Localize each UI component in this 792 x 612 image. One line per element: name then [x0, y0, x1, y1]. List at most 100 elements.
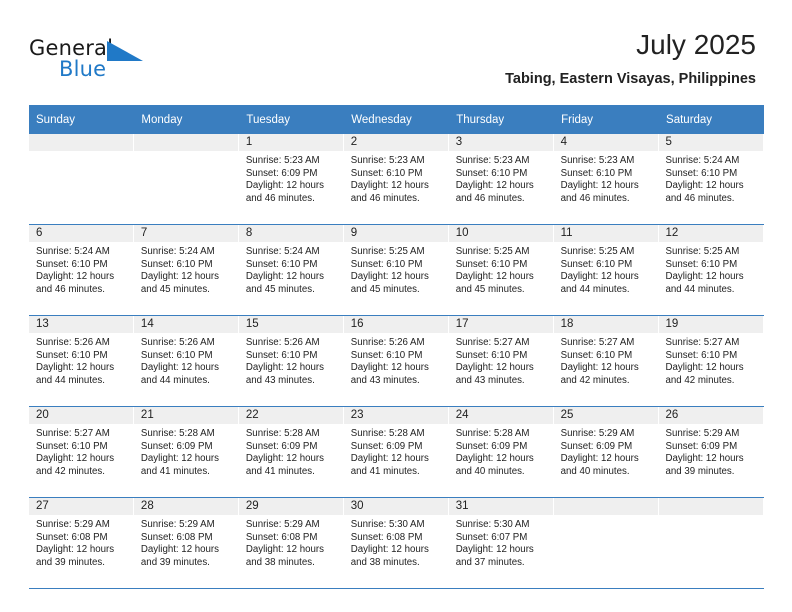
sunrise-text: Sunrise: 5:26 AM	[350, 337, 425, 348]
calendar-day-cell[interactable]: 15 Sunrise: 5:26 AM Sunset: 6:10 PM Dayligh…	[238, 315, 344, 407]
calendar-day-cell[interactable]: 22 Sunrise: 5:28 AM Sunset: 6:09 PM Dayligh…	[238, 406, 344, 498]
sunrise-text: Sunrise: 5:29 AM	[36, 519, 110, 530]
calendar-day-cell[interactable]: 30 Sunrise: 5:30 AM Sunset: 6:08 PM Dayligh…	[343, 497, 449, 589]
sunset-text: Sunset: 6:10 PM	[665, 258, 738, 270]
calendar-day-cell[interactable]: 5 Sunrise: 5:24 AM Sunset: 6:10 PM Daylight…	[658, 134, 764, 225]
sunrise-text: Sunrise: 5:23 AM	[560, 155, 635, 166]
sunset-text: Sunset: 6:08 PM	[350, 531, 423, 543]
sunset-text: Sunset: 6:10 PM	[245, 349, 318, 361]
sunrise-text: Sunrise: 5:26 AM	[36, 337, 110, 348]
daylight-text: Daylight: 12 hours and 46 minutes.	[455, 180, 534, 204]
calendar-day-cell[interactable]: 28 Sunrise: 5:29 AM Sunset: 6:08 PM Dayligh…	[133, 497, 239, 589]
calendar-day-cell[interactable]: 13 Sunrise: 5:26 AM Sunset: 6:10 PM Dayligh…	[29, 315, 134, 407]
calendar-day-cell[interactable]: 11 Sunrise: 5:25 AM Sunset: 6:10 PM Dayligh…	[553, 224, 659, 316]
sunrise-text: Sunrise: 5:24 AM	[665, 155, 740, 166]
calendar-day-cell[interactable]: 27 Sunrise: 5:29 AM Sunset: 6:08 PM Dayligh…	[29, 497, 134, 589]
day-number: 9	[343, 225, 449, 242]
sunrise-text: Sunrise: 5:29 AM	[665, 428, 740, 439]
calendar-day-cell[interactable]: 7 Sunrise: 5:24 AM Sunset: 6:10 PM Daylight…	[133, 224, 239, 316]
calendar-day-cell[interactable]: 24 Sunrise: 5:28 AM Sunset: 6:09 PM Dayligh…	[448, 406, 554, 498]
calendar-day-cell[interactable]: 21 Sunrise: 5:28 AM Sunset: 6:09 PM Dayligh…	[133, 406, 239, 498]
calendar-day-cell[interactable]: 12 Sunrise: 5:25 AM Sunset: 6:10 PM Dayligh…	[658, 224, 764, 316]
day-number: 3	[448, 134, 554, 151]
day-sun-info: Sunrise: 5:27 AM Sunset: 6:10 PM Daylight:…	[659, 333, 764, 387]
sunset-text: Sunset: 6:07 PM	[455, 531, 528, 543]
day-number	[29, 134, 134, 151]
day-number: 11	[553, 225, 659, 242]
sunset-text: Sunset: 6:10 PM	[36, 258, 108, 270]
day-sun-info: Sunrise: 5:24 AM Sunset: 6:10 PM Daylight:…	[239, 242, 344, 296]
day-sun-info: Sunrise: 5:25 AM Sunset: 6:10 PM Daylight:…	[659, 242, 764, 296]
calendar-day-cell[interactable]: 31 Sunrise: 5:30 AM Sunset: 6:07 PM Dayligh…	[448, 497, 554, 589]
day-cell-content: 24 Sunrise: 5:28 AM Sunset: 6:09 PM Dayligh…	[448, 407, 554, 497]
calendar-day-cell[interactable]: 17 Sunrise: 5:27 AM Sunset: 6:10 PM Dayligh…	[448, 315, 554, 407]
calendar-week-row: 27 Sunrise: 5:29 AM Sunset: 6:08 PM Dayligh…	[29, 497, 764, 589]
day-number: 21	[133, 407, 239, 424]
day-cell-content	[658, 498, 764, 588]
day-cell-content: 4 Sunrise: 5:23 AM Sunset: 6:10 PM Daylight…	[553, 134, 659, 224]
logo-triangle-icon	[105, 39, 145, 68]
day-cell-content: 21 Sunrise: 5:28 AM Sunset: 6:09 PM Dayligh…	[133, 407, 239, 497]
sunset-text: Sunset: 6:10 PM	[560, 258, 633, 270]
sunrise-text: Sunrise: 5:28 AM	[140, 428, 215, 439]
calendar-day-cell-empty	[133, 134, 239, 225]
daylight-text: Daylight: 12 hours and 43 minutes.	[455, 362, 534, 386]
weekday-header-friday: Friday	[553, 105, 660, 134]
day-sun-info: Sunrise: 5:24 AM Sunset: 6:10 PM Daylight:…	[659, 151, 764, 205]
day-cell-content: 20 Sunrise: 5:27 AM Sunset: 6:10 PM Dayligh…	[29, 407, 134, 497]
generalblue-logo[interactable]: General Blue	[29, 36, 209, 88]
day-number: 16	[343, 316, 449, 333]
day-sun-info: Sunrise: 5:26 AM Sunset: 6:10 PM Daylight:…	[344, 333, 449, 387]
page-header: General Blue July 2025 Tabing, Eastern V…	[29, 28, 756, 96]
day-number: 2	[343, 134, 449, 151]
day-cell-content: 14 Sunrise: 5:26 AM Sunset: 6:10 PM Dayligh…	[133, 316, 239, 406]
calendar-day-cell[interactable]: 6 Sunrise: 5:24 AM Sunset: 6:10 PM Daylight…	[29, 224, 134, 316]
day-sun-info: Sunrise: 5:23 AM Sunset: 6:10 PM Daylight:…	[554, 151, 659, 205]
sunset-text: Sunset: 6:10 PM	[350, 349, 423, 361]
calendar-day-cell[interactable]: 3 Sunrise: 5:23 AM Sunset: 6:10 PM Daylight…	[448, 134, 554, 225]
sunrise-text: Sunrise: 5:27 AM	[560, 337, 635, 348]
calendar-day-cell[interactable]: 14 Sunrise: 5:26 AM Sunset: 6:10 PM Dayligh…	[133, 315, 239, 407]
weekday-header-thursday: Thursday	[448, 105, 555, 134]
day-number: 10	[448, 225, 554, 242]
calendar-day-cell[interactable]: 8 Sunrise: 5:24 AM Sunset: 6:10 PM Daylight…	[238, 224, 344, 316]
calendar-day-cell-empty	[658, 497, 764, 589]
day-number: 13	[29, 316, 134, 333]
day-cell-content: 10 Sunrise: 5:25 AM Sunset: 6:10 PM Dayligh…	[448, 225, 554, 315]
weekday-header-monday: Monday	[133, 105, 240, 134]
calendar-day-cell[interactable]: 26 Sunrise: 5:29 AM Sunset: 6:09 PM Dayligh…	[658, 406, 764, 498]
calendar-day-cell[interactable]: 20 Sunrise: 5:27 AM Sunset: 6:10 PM Dayligh…	[29, 406, 134, 498]
day-sun-info: Sunrise: 5:25 AM Sunset: 6:10 PM Daylight:…	[554, 242, 659, 296]
day-cell-content: 30 Sunrise: 5:30 AM Sunset: 6:08 PM Dayligh…	[343, 498, 449, 588]
calendar-day-cell[interactable]: 1 Sunrise: 5:23 AM Sunset: 6:09 PM Daylight…	[238, 134, 344, 225]
calendar-day-cell[interactable]: 23 Sunrise: 5:28 AM Sunset: 6:09 PM Dayligh…	[343, 406, 449, 498]
sunset-text: Sunset: 6:10 PM	[350, 167, 423, 179]
calendar-day-cell[interactable]: 10 Sunrise: 5:25 AM Sunset: 6:10 PM Dayligh…	[448, 224, 554, 316]
sunset-text: Sunset: 6:09 PM	[665, 440, 738, 452]
calendar-week-row: 6 Sunrise: 5:24 AM Sunset: 6:10 PM Daylight…	[29, 224, 764, 316]
daylight-text: Daylight: 12 hours and 45 minutes.	[140, 271, 220, 295]
sunrise-text: Sunrise: 5:29 AM	[245, 519, 320, 530]
sunset-text: Sunset: 6:09 PM	[245, 440, 318, 452]
calendar-day-cell[interactable]: 25 Sunrise: 5:29 AM Sunset: 6:09 PM Dayligh…	[553, 406, 659, 498]
daylight-text: Daylight: 12 hours and 39 minutes.	[140, 544, 220, 568]
calendar-day-cell[interactable]: 16 Sunrise: 5:26 AM Sunset: 6:10 PM Dayligh…	[343, 315, 449, 407]
day-cell-content: 17 Sunrise: 5:27 AM Sunset: 6:10 PM Dayligh…	[448, 316, 554, 406]
calendar-day-cell[interactable]: 29 Sunrise: 5:29 AM Sunset: 6:08 PM Dayligh…	[238, 497, 344, 589]
day-cell-content: 27 Sunrise: 5:29 AM Sunset: 6:08 PM Dayligh…	[29, 498, 134, 588]
calendar-day-cell[interactable]: 19 Sunrise: 5:27 AM Sunset: 6:10 PM Dayligh…	[658, 315, 764, 407]
sunset-text: Sunset: 6:10 PM	[455, 258, 528, 270]
calendar-day-cell[interactable]: 9 Sunrise: 5:25 AM Sunset: 6:10 PM Daylight…	[343, 224, 449, 316]
day-cell-content	[553, 498, 659, 588]
day-sun-info: Sunrise: 5:27 AM Sunset: 6:10 PM Daylight:…	[29, 424, 134, 478]
calendar-day-cell[interactable]: 2 Sunrise: 5:23 AM Sunset: 6:10 PM Daylight…	[343, 134, 449, 225]
day-number: 18	[553, 316, 659, 333]
calendar-day-cell[interactable]: 4 Sunrise: 5:23 AM Sunset: 6:10 PM Daylight…	[553, 134, 659, 225]
day-sun-info: Sunrise: 5:28 AM Sunset: 6:09 PM Daylight:…	[344, 424, 449, 478]
sunset-text: Sunset: 6:10 PM	[665, 349, 738, 361]
sunrise-text: Sunrise: 5:24 AM	[140, 246, 215, 257]
daylight-text: Daylight: 12 hours and 40 minutes.	[455, 453, 534, 477]
day-cell-content: 6 Sunrise: 5:24 AM Sunset: 6:10 PM Daylight…	[29, 225, 134, 315]
day-cell-content: 9 Sunrise: 5:25 AM Sunset: 6:10 PM Daylight…	[343, 225, 449, 315]
calendar-day-cell[interactable]: 18 Sunrise: 5:27 AM Sunset: 6:10 PM Dayligh…	[553, 315, 659, 407]
